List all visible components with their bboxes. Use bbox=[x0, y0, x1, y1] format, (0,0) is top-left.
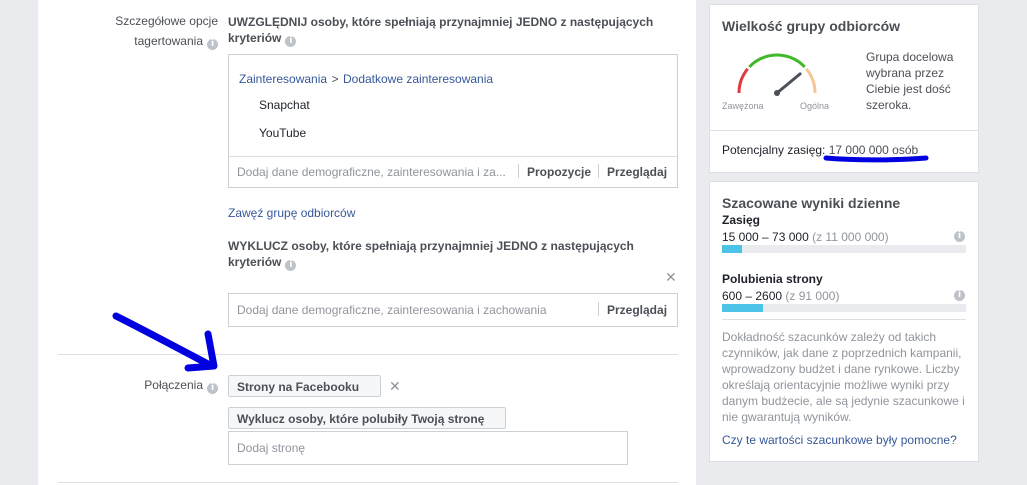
page-likes-value: 600 – 2600 (z 91 000) bbox=[722, 289, 839, 303]
box-divider bbox=[229, 156, 677, 157]
detailed-targeting-label-line2: tagertowania bbox=[134, 34, 203, 48]
breadcrumb-separator: > bbox=[331, 72, 339, 86]
daily-results-title: Szacowane wyniki dzienne bbox=[722, 195, 901, 211]
reach-total: (z 11 000 000) bbox=[812, 230, 889, 244]
breadcrumb-root[interactable]: Zainteresowania bbox=[239, 72, 327, 86]
gauge-icon bbox=[737, 53, 817, 96]
feedback-link[interactable]: Czy te wartości szacunkowe były pomocne? bbox=[722, 433, 957, 447]
likes-range: 600 – 2600 bbox=[722, 289, 783, 303]
reach-label: Zasięg bbox=[722, 213, 761, 227]
gauge-left-label: Zawężona bbox=[722, 101, 764, 111]
gauge-right-label: Ogólna bbox=[800, 101, 830, 111]
dropdown-label: Strony na Facebooku bbox=[237, 380, 360, 394]
page-likes-label: Polubienia strony bbox=[722, 272, 823, 286]
card-divider bbox=[722, 319, 966, 320]
likes-total: (z 91 000) bbox=[785, 289, 840, 303]
exclude-search-input[interactable]: Dodaj dane demograficzne, zainteresowani… bbox=[237, 303, 547, 317]
separator bbox=[598, 164, 599, 178]
dropdown-label: Wyklucz osoby, które polubiły Twoją stro… bbox=[237, 412, 485, 426]
exclude-browse-button[interactable]: Przeglądaj bbox=[607, 303, 667, 317]
daily-results-card: Szacowane wyniki dzienne Zasięg 15 000 –… bbox=[709, 181, 979, 462]
reach-range: 15 000 – 73 000 bbox=[722, 230, 809, 244]
connections-label-text: Połączenia bbox=[144, 378, 203, 392]
include-heading: UWZGLĘDNIJ osoby, które spełniają przyna… bbox=[228, 14, 668, 47]
add-page-placeholder: Dodaj stronę bbox=[237, 441, 306, 455]
list-item: YouTube bbox=[259, 126, 307, 140]
reach-value: 15 000 – 73 000 (z 11 000 000) bbox=[722, 230, 889, 244]
exclude-likes-dropdown[interactable]: Wyklucz osoby, które polubiły Twoją stro… bbox=[228, 407, 506, 444]
annotation-arrow bbox=[112, 312, 218, 372]
include-targeting-box: Zainteresowania > Dodatkowe zainteresowa… bbox=[228, 54, 678, 188]
info-icon[interactable]: i bbox=[285, 260, 297, 271]
potential-reach-label: Potencjalny zasięg: bbox=[722, 143, 826, 157]
breadcrumb-child[interactable]: Dodatkowe zainteresowania bbox=[343, 72, 493, 86]
info-icon[interactable]: i bbox=[207, 383, 218, 394]
add-page-input[interactable]: Dodaj stronę bbox=[228, 431, 628, 465]
facebook-pages-dropdown[interactable]: Strony na Facebooku bbox=[228, 375, 381, 412]
card-divider bbox=[710, 130, 978, 131]
audience-size-card: Wielkość grupy odbiorców Zawężona Ogólna… bbox=[709, 4, 979, 173]
close-icon[interactable]: ✕ bbox=[389, 379, 401, 395]
separator bbox=[518, 164, 519, 178]
close-icon[interactable]: ✕ bbox=[665, 270, 677, 286]
detailed-targeting-label-line1: Szczegółowe opcje bbox=[115, 14, 218, 28]
suggestions-button[interactable]: Propozycje bbox=[527, 165, 591, 179]
info-icon[interactable]: i bbox=[954, 290, 965, 301]
audience-description: Grupa docelowa wybrana przez Ciebie jest… bbox=[866, 50, 954, 112]
reach-bar-track bbox=[722, 245, 966, 253]
reach-bar-fill bbox=[722, 245, 742, 253]
audience-size-title: Wielkość grupy odbiorców bbox=[722, 18, 901, 34]
info-icon[interactable]: i bbox=[207, 39, 218, 50]
exclude-heading: WYKLUCZ osoby, które spełniają przynajmn… bbox=[228, 238, 668, 271]
connections-label: Połączenia i bbox=[100, 378, 218, 394]
info-icon[interactable]: i bbox=[954, 231, 965, 242]
breadcrumb: Zainteresowania > Dodatkowe zainteresowa… bbox=[239, 70, 493, 88]
detailed-targeting-label: Szczegółowe opcje tagertowania i bbox=[100, 11, 218, 51]
separator bbox=[598, 302, 599, 316]
info-icon[interactable]: i bbox=[285, 36, 297, 47]
section-divider bbox=[58, 482, 678, 483]
annotation-underline bbox=[823, 155, 929, 163]
include-search-input[interactable]: Dodaj dane demograficzne, zainteresowani… bbox=[237, 165, 509, 179]
likes-bar-fill bbox=[722, 304, 763, 312]
list-item: Snapchat bbox=[259, 98, 310, 112]
exclude-targeting-box: Dodaj dane demograficzne, zainteresowani… bbox=[228, 293, 678, 327]
accuracy-note: Dokładność szacunków zależy od takich cz… bbox=[722, 330, 965, 424]
browse-button[interactable]: Przeglądaj bbox=[607, 165, 667, 179]
narrow-audience-link[interactable]: Zawęź grupę odbiorców bbox=[228, 206, 355, 220]
